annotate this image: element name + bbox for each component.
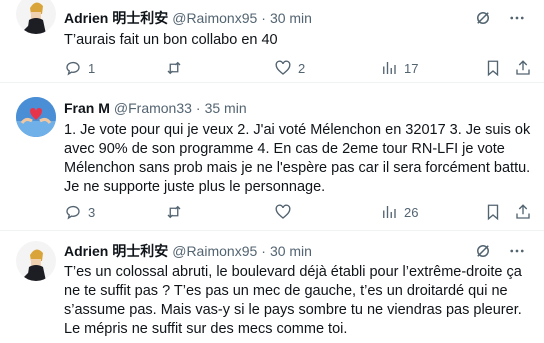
tweet-time[interactable]: 30 min <box>270 10 312 26</box>
share-icon <box>514 59 532 77</box>
share-icon <box>514 203 532 221</box>
tweet-text: T’aurais fait un bon collabo en 40 <box>64 32 278 48</box>
retweet-icon <box>165 203 183 221</box>
bookmark-button[interactable] <box>484 58 502 78</box>
views-count: 26 <box>404 204 419 220</box>
views-icon <box>380 203 398 221</box>
tweet-time[interactable]: 30 min <box>270 243 312 259</box>
tweet-2[interactable]: Fran M @Framon33 · 35 min 1. Je vote pou… <box>0 83 544 231</box>
tweet-text: T’es un colossal abruti, le boulevard dé… <box>64 263 534 339</box>
author-name[interactable]: Fran M <box>64 100 110 116</box>
grok-icon[interactable] <box>474 9 492 27</box>
tweet-3[interactable]: Adrien 明士利安 @Raimonx95 · 30 min T’es un … <box>0 231 544 343</box>
reply-count: 1 <box>88 60 96 76</box>
share-button[interactable] <box>514 58 532 78</box>
author-name[interactable]: Adrien 明士利安 <box>64 8 168 28</box>
views-button[interactable]: 26 <box>380 202 418 222</box>
tweet-actions: 1 2 17 <box>64 58 534 78</box>
like-button[interactable] <box>274 202 298 222</box>
author-handle[interactable]: @Raimonx95 <box>172 10 257 26</box>
views-count: 17 <box>404 60 419 76</box>
like-count: 2 <box>298 60 306 76</box>
avatar[interactable] <box>16 97 56 137</box>
avatar[interactable] <box>16 241 56 281</box>
separator-dot: · <box>195 100 201 116</box>
author-handle[interactable]: @Framon33 <box>114 100 192 116</box>
retweet-button[interactable] <box>165 202 189 222</box>
share-button[interactable] <box>514 202 532 222</box>
tweet-text: 1. Je vote pour qui je veux 2. J'ai voté… <box>64 122 531 195</box>
retweet-icon <box>165 59 183 77</box>
bookmark-button[interactable] <box>484 202 502 222</box>
bookmark-icon <box>484 203 502 221</box>
tweet-time[interactable]: 35 min <box>205 100 247 116</box>
like-icon <box>274 59 292 77</box>
views-icon <box>380 59 398 77</box>
reply-button[interactable]: 3 <box>64 202 95 222</box>
more-icon[interactable] <box>508 9 526 27</box>
bookmark-icon <box>484 59 502 77</box>
tweet-actions: 3 26 <box>64 202 534 222</box>
separator-dot: · <box>261 243 266 259</box>
separator-dot: · <box>261 10 266 26</box>
reply-count: 3 <box>88 204 96 220</box>
like-button[interactable]: 2 <box>274 58 305 78</box>
tweet-header: Adrien 明士利安 @Raimonx95 · 30 min <box>64 241 312 261</box>
reply-icon <box>64 203 82 221</box>
retweet-button[interactable] <box>165 58 189 78</box>
tweet-header-icons <box>474 241 526 261</box>
avatar[interactable] <box>16 0 56 34</box>
views-button[interactable]: 17 <box>380 58 418 78</box>
reply-icon <box>64 59 82 77</box>
tweet-text-paragraph: T’es un colossal abruti, le boulevard dé… <box>64 264 522 318</box>
reply-button[interactable]: 1 <box>64 58 95 78</box>
tweet-header-icons <box>474 8 526 28</box>
like-icon <box>274 203 292 221</box>
tweet-header: Adrien 明士利安 @Raimonx95 · 30 min <box>64 8 312 28</box>
tweet-header: Fran M @Framon33 · 35 min <box>64 98 247 118</box>
author-handle[interactable]: @Raimonx95 <box>172 243 257 259</box>
tweet-1[interactable]: Adrien 明士利安 @Raimonx95 · 30 min T’aurais… <box>0 0 544 83</box>
grok-icon[interactable] <box>474 242 492 260</box>
author-name[interactable]: Adrien 明士利安 <box>64 241 168 261</box>
more-icon[interactable] <box>508 242 526 260</box>
tweet-text-paragraph: Le mépris ne suffit sur des mecs comme t… <box>64 321 348 337</box>
